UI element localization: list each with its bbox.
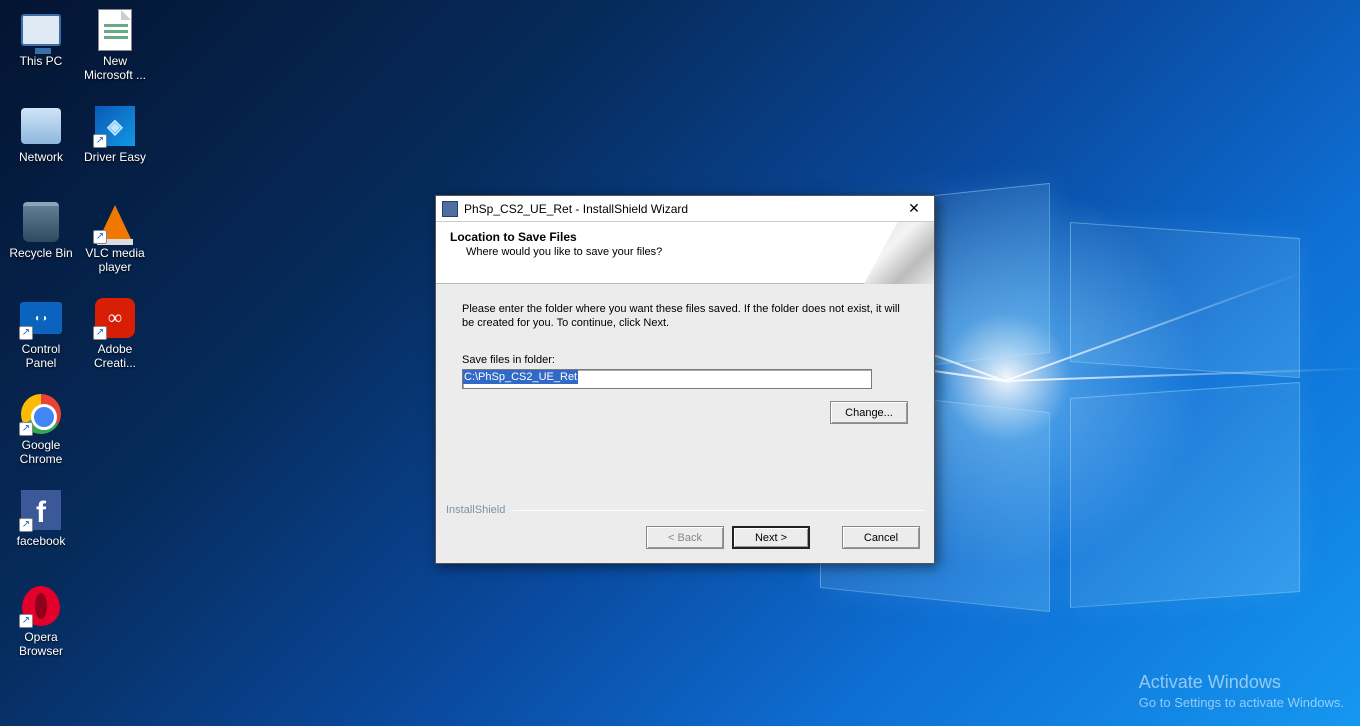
shortcut-arrow-icon: ↗: [19, 326, 33, 340]
back-button: < Back: [646, 526, 724, 549]
installshield-dialog: PhSp_CS2_UE_Ret - InstallShield Wizard ✕…: [435, 195, 935, 564]
instruction-text: Please enter the folder where you want t…: [462, 302, 908, 330]
dialog-footer: < Back Next > Cancel: [436, 516, 934, 563]
desktop-icons: This PC New Microsoft ... Network ◈↗ Driver …: [4, 4, 152, 676]
desktop-icon-recycle-bin[interactable]: Recycle Bin: [4, 196, 78, 292]
desktop-icon-opera[interactable]: ↗ Opera Browser: [4, 580, 78, 676]
desktop-icon-label: New Microsoft ...: [80, 54, 150, 82]
dialog-body: Please enter the folder where you want t…: [436, 284, 934, 504]
adobe-cc-icon: ∞↗: [93, 296, 137, 340]
installshield-brand: InstallShield: [446, 504, 505, 516]
close-icon: ✕: [908, 200, 920, 217]
opera-icon: ↗: [19, 584, 63, 628]
shortcut-arrow-icon: ↗: [93, 326, 107, 340]
desktop-icon-control-panel[interactable]: ◐◑↗Control Panel: [4, 292, 78, 388]
shortcut-arrow-icon: ↗: [93, 134, 107, 148]
desktop: This PC New Microsoft ... Network ◈↗ Driver …: [0, 0, 1360, 726]
desktop-icon-label: Adobe Creati...: [80, 342, 150, 370]
shortcut-arrow-icon: ↗: [19, 518, 33, 532]
desktop-icon-label: Driver Easy: [84, 150, 146, 164]
control-panel-icon: ◐◑↗: [19, 296, 63, 340]
desktop-icon-label: This PC: [20, 54, 63, 68]
desktop-icon-label: Recycle Bin: [9, 246, 72, 260]
folder-label: Save files in folder:: [462, 354, 908, 366]
desktop-icon-this-pc[interactable]: This PC: [4, 4, 78, 100]
decor-pane: [1070, 222, 1300, 378]
activation-watermark: Activate Windows Go to Settings to activ…: [1139, 672, 1344, 710]
brand-row: InstallShield: [436, 504, 934, 516]
desktop-icon-network[interactable]: Network: [4, 100, 78, 196]
recycle-bin-icon: [19, 200, 63, 244]
this-pc-icon: [19, 8, 63, 52]
chrome-icon: ↗: [19, 392, 63, 436]
desktop-icon-label: Control Panel: [6, 342, 76, 370]
folder-input[interactable]: C:\PhSp_CS2_UE_Ret: [462, 369, 872, 389]
change-button[interactable]: Change...: [830, 401, 908, 424]
watermark-title: Activate Windows: [1139, 672, 1344, 693]
cancel-button[interactable]: Cancel: [842, 526, 920, 549]
desktop-icon-driver-easy[interactable]: ◈↗ Driver Easy: [78, 100, 152, 196]
close-button[interactable]: ✕: [894, 196, 934, 222]
dialog-header: Location to Save Files Where would you l…: [436, 222, 934, 284]
divider: [513, 510, 924, 511]
shortcut-arrow-icon: ↗: [93, 230, 107, 244]
shortcut-arrow-icon: ↗: [19, 614, 33, 628]
desktop-icon-label: Network: [19, 150, 63, 164]
facebook-icon: f↗: [19, 488, 63, 532]
header-subtitle: Where would you like to save your files?: [466, 246, 920, 258]
next-button[interactable]: Next >: [732, 526, 810, 549]
decor-pane: [1070, 382, 1300, 608]
desktop-icon-vlc[interactable]: ↗ VLC media player: [78, 196, 152, 292]
desktop-icon-label: Opera Browser: [6, 630, 76, 658]
shortcut-arrow-icon: ↗: [19, 422, 33, 436]
desktop-icon-label: VLC media player: [80, 246, 150, 274]
desktop-icon-facebook[interactable]: f↗ facebook: [4, 484, 78, 580]
folder-value-selected: C:\PhSp_CS2_UE_Ret: [463, 370, 578, 384]
dialog-titlebar[interactable]: PhSp_CS2_UE_Ret - InstallShield Wizard ✕: [436, 196, 934, 222]
header-title: Location to Save Files: [450, 230, 920, 244]
app-icon: [442, 201, 458, 217]
desktop-icon-label: facebook: [17, 534, 66, 548]
desktop-icon-chrome[interactable]: ↗ Google Chrome: [4, 388, 78, 484]
dialog-title: PhSp_CS2_UE_Ret - InstallShield Wizard: [464, 202, 894, 216]
watermark-subtitle: Go to Settings to activate Windows.: [1139, 695, 1344, 710]
desktop-icon-adobe-cc[interactable]: ∞↗Adobe Creati...: [78, 292, 152, 388]
network-icon: [19, 104, 63, 148]
desktop-icon-new-doc[interactable]: New Microsoft ...: [78, 4, 152, 100]
vlc-icon: ↗: [93, 200, 137, 244]
driver-easy-icon: ◈↗: [93, 104, 137, 148]
desktop-icon-label: Google Chrome: [6, 438, 76, 466]
new-doc-icon: [93, 8, 137, 52]
